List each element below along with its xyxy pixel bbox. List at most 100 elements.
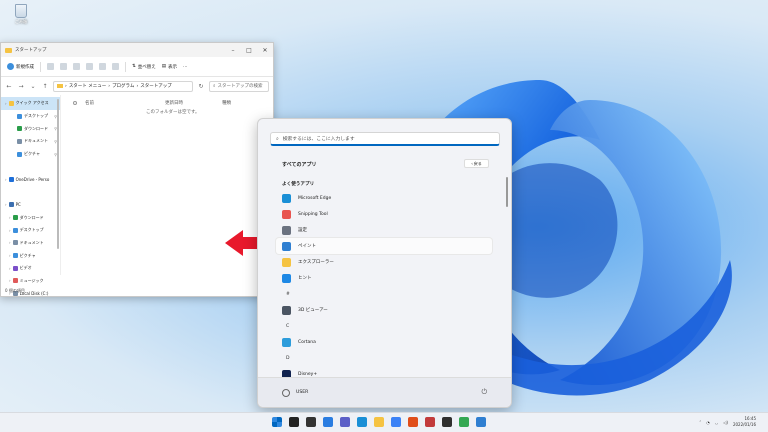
cut-icon[interactable]: [47, 63, 54, 70]
taskbar-start-icon[interactable]: [272, 417, 282, 427]
folder-icon: [12, 215, 18, 221]
taskbar-search-icon[interactable]: [289, 417, 299, 427]
copy-icon[interactable]: [60, 63, 67, 70]
taskbar-store-icon[interactable]: [391, 417, 401, 427]
delete-icon[interactable]: [112, 63, 119, 70]
sort-button[interactable]: ⇅ 並べ替え: [132, 64, 156, 70]
taskbar-chat-icon[interactable]: [340, 417, 350, 427]
start-menu: ⌕ 検索するには、ここに入力します すべてのアプリ ‹ 戻る よく使うアプリ Mi…: [257, 118, 512, 408]
folder-icon: [12, 253, 18, 259]
address-bar[interactable]: › スタート メニュー › プログラム › スタートアップ: [53, 80, 193, 92]
back-arrow-icon[interactable]: ←: [5, 83, 13, 90]
navigation-pane: › クイック アクセスデスクトップ ⚲ ダウンロード ⚲ ドキュメント ⚲ ピクチャ ⚲ › One…: [1, 95, 61, 297]
chevron-right-icon[interactable]: ›: [9, 266, 11, 271]
letter-header[interactable]: C: [276, 318, 492, 334]
chevron-down-icon[interactable]: ⌄: [29, 83, 37, 90]
start-search-input[interactable]: ⌕ 検索するには、ここに入力します: [270, 132, 500, 146]
folder-icon: [17, 113, 22, 119]
start-search-placeholder: 検索するには、ここに入力します: [282, 137, 355, 142]
share-icon[interactable]: [99, 63, 106, 70]
network-icon[interactable]: ◔: [706, 420, 710, 425]
paste-icon[interactable]: [73, 63, 80, 70]
user-button[interactable]: USER: [282, 388, 308, 397]
taskbar-widgets-icon[interactable]: [323, 417, 333, 427]
maximize-button[interactable]: □: [241, 47, 257, 54]
taskbar-app-icon[interactable]: [425, 417, 435, 427]
nav-item[interactable]: › ビデオ: [1, 262, 60, 275]
nav-item[interactable]: › OneDrive - Perso: [1, 173, 60, 186]
chevron-right-icon[interactable]: ›: [5, 177, 7, 182]
chevron-left-icon: ‹: [471, 161, 473, 166]
breadcrumb-startup[interactable]: スタートアップ: [140, 83, 172, 89]
chevron-right-icon[interactable]: ›: [9, 253, 11, 258]
nav-item[interactable]: ダウンロード ⚲: [1, 122, 60, 135]
more-button[interactable]: …: [183, 64, 188, 69]
nav-item[interactable]: › ミュージック: [1, 275, 60, 288]
nav-scrollbar[interactable]: [57, 99, 59, 249]
app-icon: [282, 241, 291, 251]
taskbar-app2-icon[interactable]: [442, 417, 452, 427]
breadcrumb-start-menu[interactable]: スタート メニュー: [69, 83, 106, 89]
nav-item[interactable]: デスクトップ ⚲: [1, 110, 60, 123]
up-arrow-icon[interactable]: ↑: [41, 83, 49, 90]
view-button[interactable]: ▤ 表示: [162, 64, 177, 70]
chevron-right-icon[interactable]: ›: [9, 215, 11, 220]
taskbar-paint-icon[interactable]: [476, 417, 486, 427]
column-name[interactable]: 名前: [85, 100, 165, 106]
taskbar-edge-icon[interactable]: [357, 417, 367, 427]
select-all-checkbox[interactable]: [73, 100, 77, 105]
volume-icon[interactable]: ◁): [723, 420, 728, 425]
app-list-item[interactable]: 3D ビューアー: [276, 302, 492, 318]
app-list-item[interactable]: Microsoft Edge: [276, 190, 492, 206]
app-list-item[interactable]: エクスプローラー: [276, 254, 492, 270]
nav-item[interactable]: › クイック アクセス: [1, 97, 60, 110]
chevron-right-icon[interactable]: ›: [5, 202, 7, 207]
chevron-right-icon[interactable]: ›: [9, 240, 11, 245]
refresh-icon[interactable]: ↻: [197, 83, 205, 90]
folder-icon: [12, 240, 18, 246]
breadcrumb-programs[interactable]: プログラム: [112, 83, 134, 89]
forward-arrow-icon[interactable]: →: [17, 83, 25, 90]
nav-item[interactable]: ピクチャ ⚲: [1, 148, 60, 161]
app-list-item[interactable]: ヒント: [276, 270, 492, 286]
letter-header[interactable]: #: [276, 286, 492, 302]
app-list-item[interactable]: ペイント: [276, 238, 492, 254]
nav-item[interactable]: › PC: [1, 199, 60, 212]
nav-item-label: ミュージック: [19, 277, 44, 283]
taskbar-task-view-icon[interactable]: [306, 417, 316, 427]
start-scrollbar[interactable]: [506, 177, 508, 207]
nav-item[interactable]: › デスクトップ: [1, 224, 60, 237]
taskbar-explorer-icon[interactable]: [374, 417, 384, 427]
nav-item[interactable]: ドキュメント ⚲: [1, 135, 60, 148]
chevron-up-icon[interactable]: ˄: [699, 420, 701, 425]
minimize-button[interactable]: –: [225, 47, 241, 54]
search-input[interactable]: ⌕ スタートアップの検索: [209, 80, 269, 92]
nav-item[interactable]: › ドキュメント: [1, 237, 60, 250]
new-button[interactable]: 新規作成: [7, 63, 34, 70]
window-titlebar[interactable]: スタートアップ – □ ✕: [1, 43, 273, 57]
chevron-right-icon[interactable]: ›: [9, 278, 11, 283]
folder-icon: [12, 227, 18, 233]
column-type[interactable]: 種類: [222, 100, 231, 106]
back-button[interactable]: ‹ 戻る: [464, 159, 489, 168]
close-button[interactable]: ✕: [257, 47, 273, 54]
nav-item[interactable]: › ピクチャ: [1, 249, 60, 262]
app-list-item[interactable]: Cortana: [276, 334, 492, 350]
recycle-bin-icon[interactable]: ごみ箱: [11, 4, 31, 30]
power-icon[interactable]: ⏻: [481, 388, 487, 397]
taskbar-office-icon[interactable]: [408, 417, 418, 427]
nav-item-label: クイック アクセス: [15, 100, 49, 106]
chevron-right-icon[interactable]: ›: [9, 228, 11, 233]
taskbar-chrome-icon[interactable]: [459, 417, 469, 427]
rename-icon[interactable]: [86, 63, 93, 70]
chevron-right-icon[interactable]: ›: [5, 101, 7, 106]
wifi-icon[interactable]: ◡: [715, 420, 719, 425]
system-tray: ˄ ◔ ◡ ◁) 16:45 2022/01/16: [699, 416, 756, 428]
clock[interactable]: 16:45 2022/01/16: [733, 416, 756, 428]
letter-header[interactable]: D: [276, 350, 492, 366]
nav-item[interactable]: › ダウンロード: [1, 211, 60, 224]
app-list-item[interactable]: 設定: [276, 222, 492, 238]
app-list-item[interactable]: Snipping Tool: [276, 206, 492, 222]
column-date[interactable]: 更新日時: [165, 100, 222, 106]
